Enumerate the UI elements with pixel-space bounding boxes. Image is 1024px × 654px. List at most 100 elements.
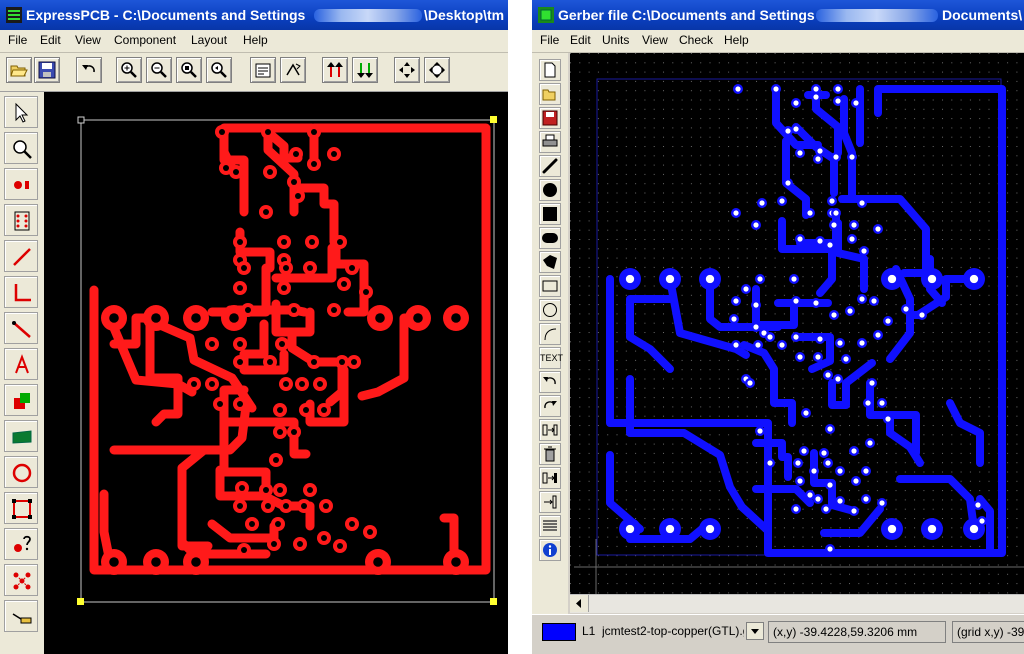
- menu-layout[interactable]: Layout: [191, 33, 227, 47]
- layer-top-button[interactable]: [322, 57, 348, 83]
- move-tool[interactable]: [539, 419, 561, 441]
- expresspcb-app-icon: [6, 7, 22, 23]
- corner-trace-tool[interactable]: [4, 276, 38, 308]
- board-corner-handle[interactable]: [490, 116, 497, 123]
- gerber-horizontal-scrollbar[interactable]: [570, 594, 1024, 613]
- round-pad-tool[interactable]: [539, 179, 561, 201]
- print-button[interactable]: [539, 131, 561, 153]
- gerber-viewer-window: Gerber file C:\Documents and Settings Do…: [532, 0, 1024, 654]
- layer-selector[interactable]: L1 jcmtest2-top-copper(GTL).grb: [580, 621, 766, 643]
- menu-component[interactable]: Component: [114, 33, 176, 47]
- new-file-button[interactable]: [539, 59, 561, 81]
- zoom-select-tool[interactable]: [4, 132, 38, 164]
- arc-tool[interactable]: [539, 323, 561, 345]
- auto-pan-button[interactable]: [424, 57, 450, 83]
- menu-file[interactable]: File: [8, 33, 27, 47]
- menu-view[interactable]: View: [642, 33, 668, 47]
- save-button[interactable]: [34, 57, 60, 83]
- zoom-in-button[interactable]: [116, 57, 142, 83]
- copy-right-tool[interactable]: [539, 467, 561, 489]
- layers-button[interactable]: [539, 515, 561, 537]
- open-button[interactable]: [6, 57, 32, 83]
- text-tool[interactable]: [4, 348, 38, 380]
- gerber-view-canvas[interactable]: [570, 53, 1024, 594]
- pad-drill-hole: [303, 407, 309, 413]
- network-tool[interactable]: [4, 564, 38, 596]
- rotate-button[interactable]: [280, 57, 306, 83]
- scroll-left-button[interactable]: [570, 595, 589, 612]
- pointer-arrow-icon: [15, 102, 29, 123]
- menu-file[interactable]: File: [540, 33, 559, 47]
- layer-number: L1: [582, 624, 596, 638]
- board-corner-handle[interactable]: [77, 598, 84, 605]
- pad-drill-hole: [927, 274, 937, 284]
- oblong-pad-tool[interactable]: [539, 227, 561, 249]
- zoom-out-button[interactable]: [146, 57, 172, 83]
- square-pad-tool[interactable]: [539, 203, 561, 225]
- save-button[interactable]: [539, 107, 561, 129]
- pad-drill-hole: [825, 460, 831, 466]
- pad-drill-hole: [837, 468, 843, 474]
- menu-edit[interactable]: Edit: [40, 33, 61, 47]
- new-file-icon: [544, 62, 556, 78]
- properties-button[interactable]: [250, 57, 276, 83]
- expresspcb-title-bar[interactable]: ExpressPCB - C:\Documents and Settings \…: [0, 0, 508, 30]
- zoom-fit-button[interactable]: [176, 57, 202, 83]
- pad-drill-hole: [363, 289, 369, 295]
- pad-drill-hole: [341, 281, 347, 287]
- circle-tool[interactable]: [4, 456, 38, 488]
- menu-help[interactable]: Help: [724, 33, 749, 47]
- pad-drill-hole: [217, 401, 223, 407]
- layer-bottom-button[interactable]: [352, 57, 378, 83]
- info-button[interactable]: [539, 539, 561, 561]
- layer-color-swatch[interactable]: [542, 623, 576, 641]
- board-tool[interactable]: [4, 420, 38, 452]
- circle-tool[interactable]: [539, 299, 561, 321]
- pad-drill-hole: [451, 313, 461, 323]
- expresspcb-vertical-toolbar: [0, 92, 44, 654]
- board-corner-handle[interactable]: [77, 116, 85, 124]
- draw-line-tool[interactable]: [539, 155, 561, 177]
- delete-button[interactable]: [539, 443, 561, 465]
- redo-button[interactable]: [539, 395, 561, 417]
- open-button[interactable]: [539, 83, 561, 105]
- menu-help[interactable]: Help: [243, 33, 268, 47]
- place-pad-tool[interactable]: [4, 168, 38, 200]
- menu-view[interactable]: View: [75, 33, 101, 47]
- pad-drill-hole: [265, 129, 271, 135]
- gerber-status-bar: L1 jcmtest2-top-copper(GTL).grb (x,y) -3…: [532, 614, 1024, 654]
- polygon-icon: [543, 255, 557, 269]
- undo-button[interactable]: [76, 57, 102, 83]
- menu-edit[interactable]: Edit: [570, 33, 591, 47]
- polygon-tool[interactable]: [539, 251, 561, 273]
- layer-tool[interactable]: [4, 384, 38, 416]
- query-tool[interactable]: [4, 528, 38, 560]
- layer-stack-icon: [543, 520, 557, 531]
- mirror-tool[interactable]: [539, 491, 561, 513]
- pad-drill-hole: [219, 129, 225, 135]
- gerber-title-bar[interactable]: Gerber file C:\Documents and Settings Do…: [532, 0, 1024, 30]
- board-corner-handle[interactable]: [490, 598, 497, 605]
- pad-drill-hole: [375, 313, 385, 323]
- layer-dropdown-button[interactable]: [746, 622, 764, 640]
- pad-drill-hole: [735, 86, 741, 92]
- place-component-tool[interactable]: [4, 204, 38, 236]
- pad-drill-hole: [833, 154, 839, 160]
- pad-drill-hole: [859, 296, 865, 302]
- trace-tool[interactable]: [4, 240, 38, 272]
- diagonal-trace-tool[interactable]: [4, 312, 38, 344]
- move-right-icon: [542, 424, 558, 436]
- pan-button[interactable]: [394, 57, 420, 83]
- rectangle-tool[interactable]: [539, 275, 561, 297]
- expresspcb-layout-canvas[interactable]: [44, 92, 508, 654]
- pad-drill-hole: [837, 498, 843, 504]
- text-tool[interactable]: TEXT: [539, 347, 563, 369]
- menu-check[interactable]: Check: [679, 33, 713, 47]
- pad-drill-hole: [451, 557, 461, 567]
- undo-button[interactable]: [539, 371, 561, 393]
- rectangle-tool[interactable]: [4, 492, 38, 524]
- ruler-tool[interactable]: [4, 600, 38, 632]
- zoom-previous-button[interactable]: [206, 57, 232, 83]
- select-tool[interactable]: [4, 96, 38, 128]
- menu-units[interactable]: Units: [602, 33, 629, 47]
